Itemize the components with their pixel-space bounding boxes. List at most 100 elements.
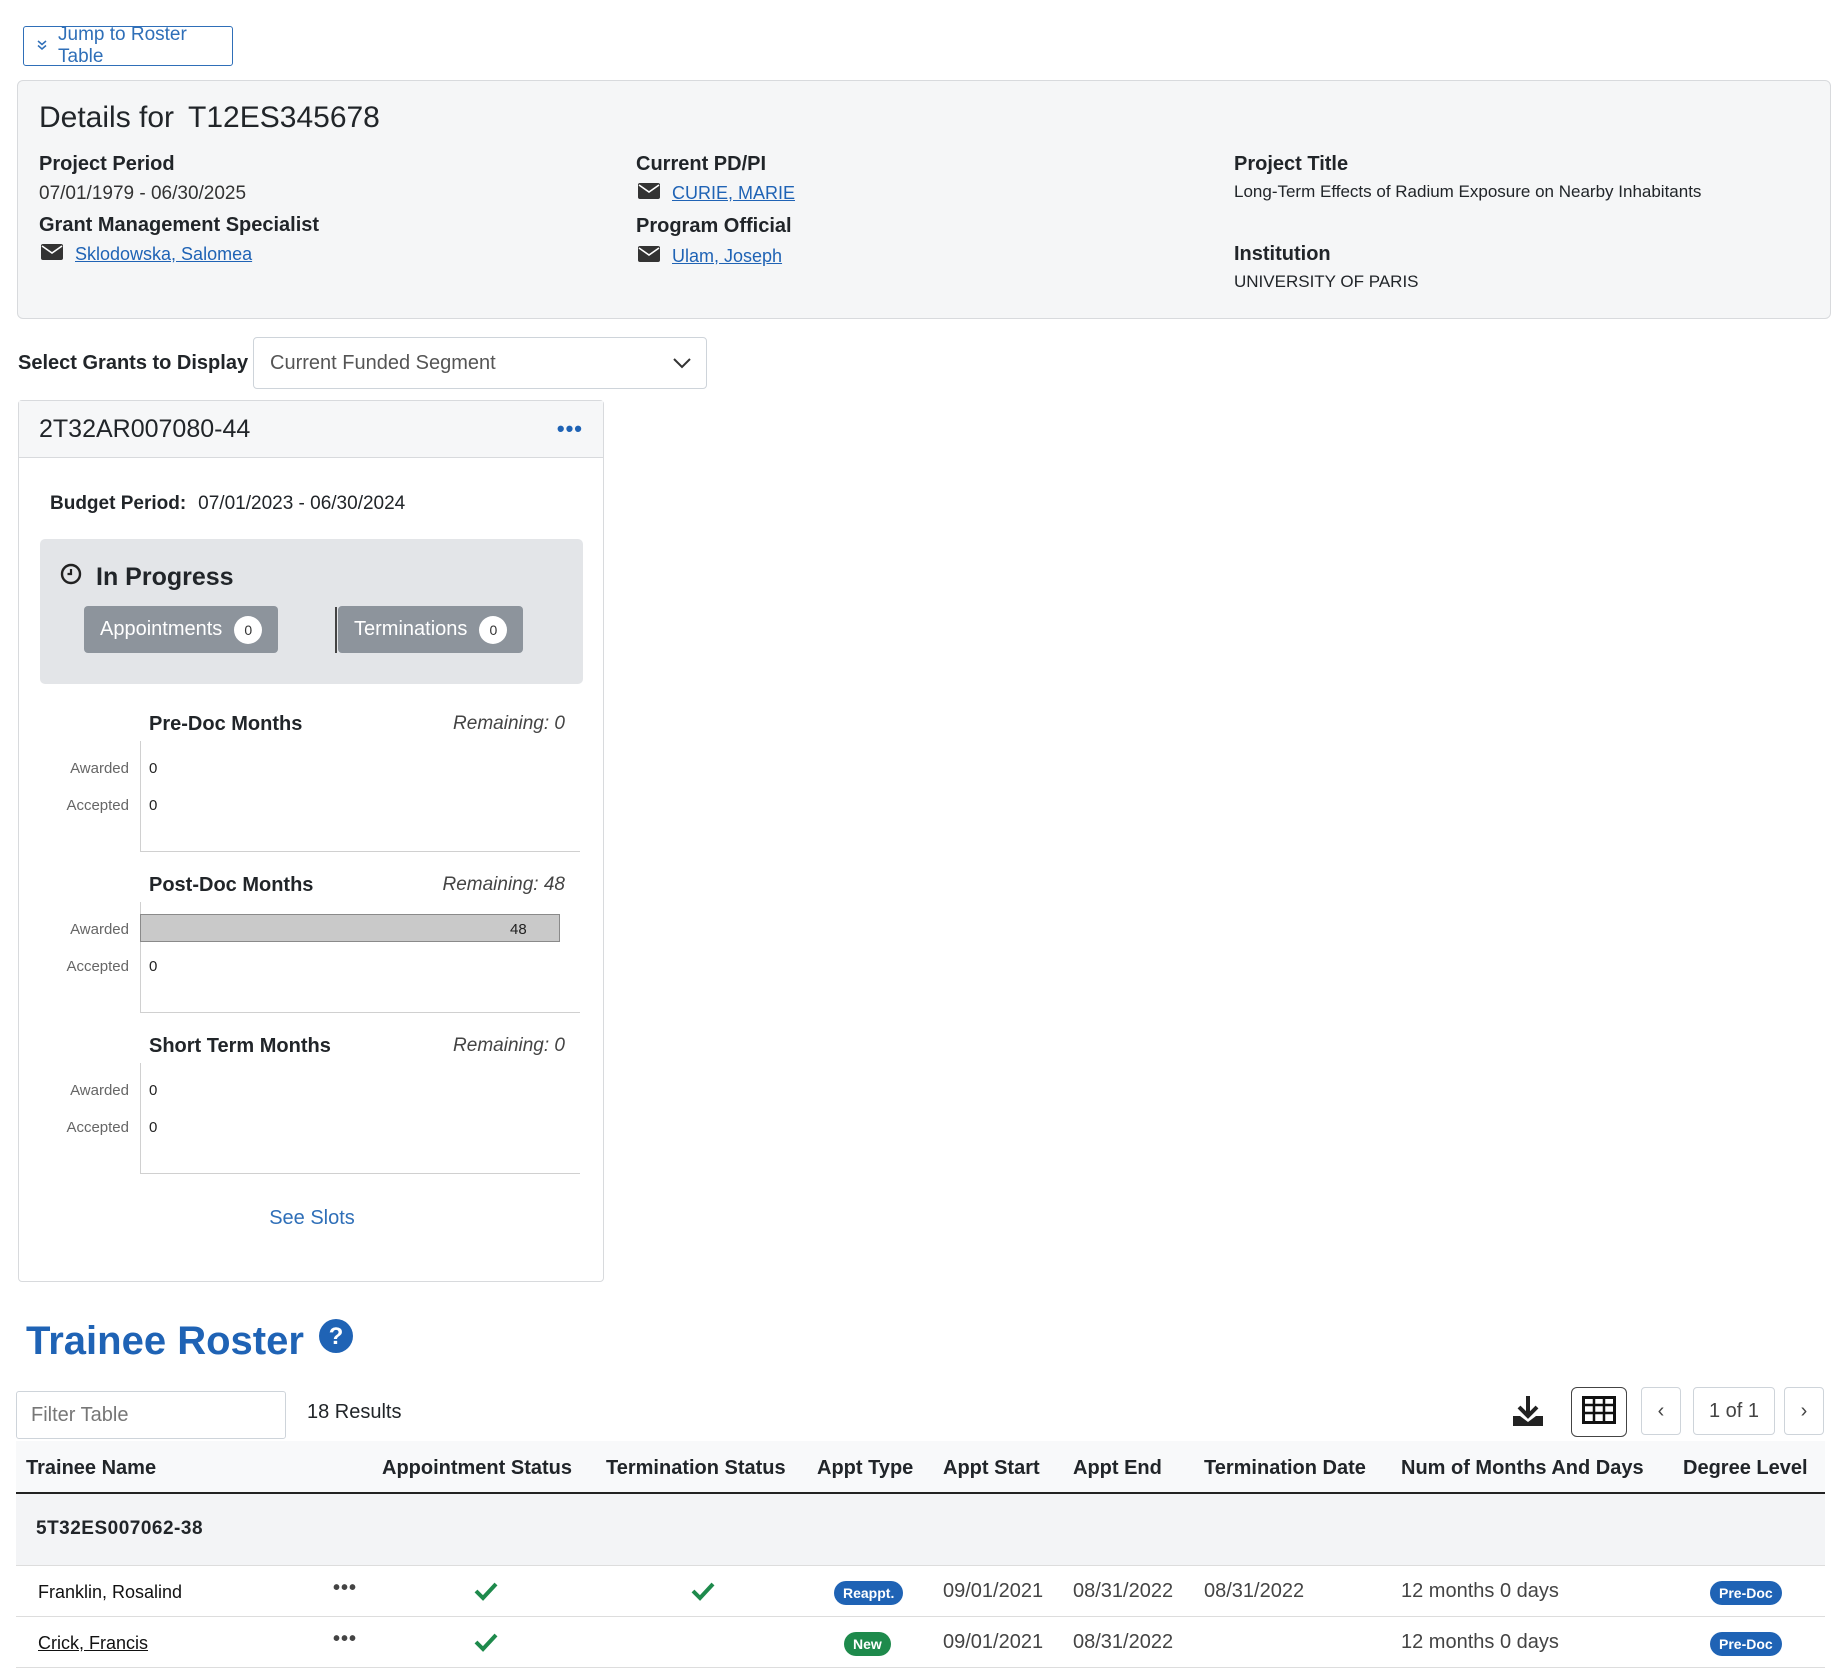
details-grant-number: T12ES345678 bbox=[188, 101, 380, 134]
trainee-name: Franklin, Rosalind bbox=[38, 1582, 183, 1602]
prev-page-button[interactable]: ‹ bbox=[1641, 1387, 1681, 1435]
budget-period-value: 07/01/2023 - 06/30/2024 bbox=[198, 493, 406, 514]
gms-label: Grant Management Specialist bbox=[39, 214, 320, 236]
predoc-remaining: Remaining: 0 bbox=[453, 713, 565, 734]
degree-badge: Pre-Doc bbox=[1710, 1581, 1782, 1605]
institution-value: UNIVERSITY OF PARIS bbox=[1234, 272, 1419, 291]
ellipsis-icon[interactable]: ••• bbox=[333, 1578, 357, 1598]
col-termination-date[interactable]: Termination Date bbox=[1204, 1457, 1366, 1480]
grant-card: 2T32AR007080-44 ••• Budget Period: 07/01/… bbox=[18, 400, 604, 1282]
duration: 12 months 0 days bbox=[1401, 1580, 1559, 1602]
envelope-icon bbox=[638, 183, 660, 204]
grant-group-row: 5T32ES007062-38 bbox=[16, 1494, 1825, 1566]
chevron-down-icon bbox=[672, 352, 692, 375]
terminations-count: 0 bbox=[479, 615, 508, 644]
roster-title: Trainee Roster ? bbox=[26, 1318, 354, 1364]
next-page-button[interactable]: › bbox=[1784, 1387, 1824, 1435]
budget-period-label: Budget Period: bbox=[50, 493, 187, 514]
program-official-contact: Ulam, Joseph bbox=[638, 246, 782, 267]
appointments-label: Appointments bbox=[100, 618, 223, 640]
check-icon bbox=[691, 1582, 715, 1601]
ellipsis-icon[interactable]: ••• bbox=[333, 1629, 357, 1649]
see-slots-link[interactable]: See Slots bbox=[19, 1207, 605, 1230]
col-termination-status[interactable]: Termination Status bbox=[606, 1457, 786, 1480]
chart-baseline bbox=[140, 851, 580, 852]
chart-axis bbox=[140, 741, 141, 851]
download-icon[interactable] bbox=[1508, 1392, 1548, 1432]
chart-baseline bbox=[140, 1173, 580, 1174]
predoc-months-title: Pre-Doc Months bbox=[149, 713, 303, 735]
program-official-email-link[interactable]: Ulam, Joseph bbox=[672, 246, 782, 267]
termination-date: 08/31/2022 bbox=[1204, 1580, 1305, 1602]
details-title: Details for T12ES345678 bbox=[39, 101, 380, 134]
column-settings-button[interactable] bbox=[1571, 1387, 1627, 1437]
jump-to-roster-button[interactable]: Jump to Roster Table bbox=[23, 24, 233, 67]
project-title-label: Project Title bbox=[1234, 153, 1349, 175]
col-appt-type[interactable]: Appt Type bbox=[817, 1457, 913, 1480]
gms-email-link[interactable]: Sklodowska, Salomea bbox=[75, 244, 252, 265]
pdpi-contact: CURIE, MARIE bbox=[638, 183, 795, 204]
table-row: Franklin, Rosalind ••• Reappt. 09/01/202… bbox=[16, 1566, 1825, 1617]
appointments-button[interactable]: Appointments 0 bbox=[84, 606, 279, 653]
appointments-count: 0 bbox=[234, 615, 263, 644]
appt-start: 09/01/2021 bbox=[943, 1631, 1044, 1653]
col-duration[interactable]: Num of Months And Days bbox=[1401, 1457, 1644, 1480]
postdoc-awarded-value: 48 bbox=[510, 921, 527, 938]
pdpi-label: Current PD/PI bbox=[636, 153, 767, 175]
accepted-label: Accepted bbox=[66, 958, 129, 975]
chevron-double-down-icon bbox=[36, 39, 48, 53]
grant-card-id: 2T32AR007080-44 bbox=[39, 414, 251, 443]
shortterm-accepted-value: 0 bbox=[149, 1119, 158, 1136]
shortterm-months-title: Short Term Months bbox=[149, 1035, 331, 1057]
page-indicator: 1 of 1 bbox=[1693, 1387, 1775, 1435]
accepted-label: Accepted bbox=[66, 797, 129, 814]
budget-period: Budget Period: 07/01/2023 - 06/30/2024 bbox=[50, 493, 405, 515]
table-grid-icon bbox=[1582, 1395, 1616, 1429]
in-progress-title: In Progress bbox=[60, 563, 234, 592]
filter-table-input[interactable] bbox=[16, 1391, 286, 1439]
help-circle-icon[interactable]: ? bbox=[318, 1318, 354, 1364]
grant-group-label: 5T32ES007062-38 bbox=[36, 1518, 204, 1539]
clock-icon bbox=[60, 563, 82, 592]
col-appt-end[interactable]: Appt End bbox=[1073, 1457, 1162, 1480]
predoc-accepted-value: 0 bbox=[149, 797, 158, 814]
grant-segment-select[interactable]: Current Funded Segment bbox=[253, 337, 707, 389]
appt-type-badge: Reappt. bbox=[834, 1581, 904, 1605]
details-panel: Details for T12ES345678 Project Period 07… bbox=[17, 80, 1831, 319]
project-period-label: Project Period bbox=[39, 153, 175, 175]
awarded-label: Awarded bbox=[70, 1082, 129, 1099]
svg-text:?: ? bbox=[329, 1323, 344, 1350]
check-icon bbox=[474, 1582, 498, 1601]
postdoc-awarded-bar bbox=[140, 914, 560, 942]
gms-contact: Sklodowska, Salomea bbox=[41, 244, 252, 265]
check-icon bbox=[474, 1633, 498, 1652]
select-grants-label: Select Grants to Display bbox=[18, 352, 249, 374]
accepted-label: Accepted bbox=[66, 1119, 129, 1136]
terminations-button[interactable]: Terminations 0 bbox=[338, 606, 524, 653]
appt-start: 09/01/2021 bbox=[943, 1580, 1044, 1602]
col-appointment-status[interactable]: Appointment Status bbox=[382, 1457, 572, 1480]
project-title-value: Long-Term Effects of Radium Exposure on … bbox=[1234, 182, 1702, 201]
duration: 12 months 0 days bbox=[1401, 1631, 1559, 1653]
postdoc-months-title: Post-Doc Months bbox=[149, 874, 314, 896]
chart-axis bbox=[140, 1063, 141, 1173]
trainee-name-link[interactable]: Crick, Francis bbox=[38, 1633, 148, 1654]
institution-label: Institution bbox=[1234, 243, 1331, 265]
appt-end: 08/31/2022 bbox=[1073, 1631, 1174, 1653]
grant-select-value: Current Funded Segment bbox=[270, 351, 496, 374]
shortterm-awarded-value: 0 bbox=[149, 1082, 158, 1099]
terminations-label: Terminations bbox=[354, 618, 468, 640]
roster-table-header: Trainee Name Appointment Status Terminat… bbox=[16, 1441, 1825, 1494]
col-degree-level[interactable]: Degree Level bbox=[1683, 1457, 1808, 1480]
postdoc-remaining: Remaining: 48 bbox=[442, 874, 565, 895]
predoc-awarded-value: 0 bbox=[149, 760, 158, 777]
pdpi-email-link[interactable]: CURIE, MARIE bbox=[672, 183, 795, 204]
degree-badge: Pre-Doc bbox=[1710, 1632, 1782, 1656]
col-trainee-name[interactable]: Trainee Name bbox=[26, 1457, 156, 1480]
col-appt-start[interactable]: Appt Start bbox=[943, 1457, 1040, 1480]
program-official-label: Program Official bbox=[636, 215, 792, 237]
chart-baseline bbox=[140, 1012, 580, 1013]
table-row: Crick, Francis ••• New 09/01/2021 08/31/… bbox=[16, 1617, 1825, 1668]
ellipsis-icon[interactable]: ••• bbox=[557, 418, 583, 440]
grant-card-header: 2T32AR007080-44 ••• bbox=[19, 401, 603, 458]
